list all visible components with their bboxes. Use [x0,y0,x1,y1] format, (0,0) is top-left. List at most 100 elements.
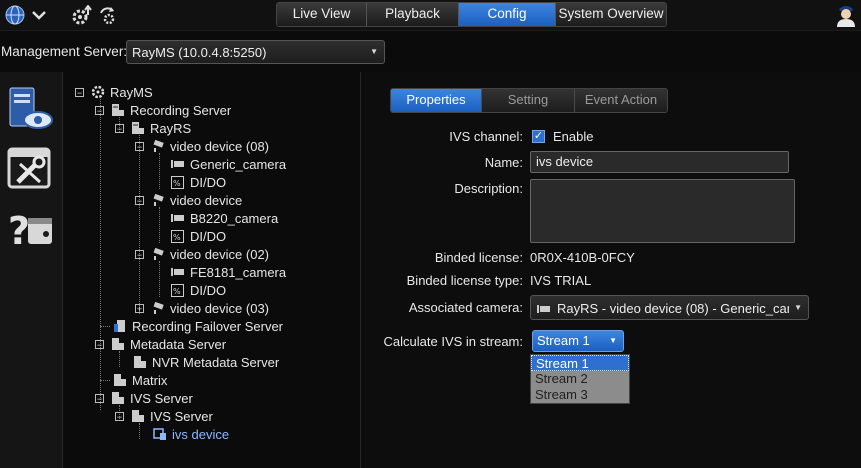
tree-label: IVS Server [130,390,193,406]
tree-node-video-device-08[interactable]: − video device (08) [135,137,269,155]
tree-node-generic-camera[interactable]: Generic_camera [170,155,286,173]
tree-label: video device (08) [170,138,269,154]
help-license-icon[interactable]: ? [6,204,54,253]
tab-config[interactable]: Config [459,3,556,26]
tab-playback[interactable]: Playback [367,3,459,26]
collapse-icon[interactable]: − [135,141,144,151]
management-server-value: RayMS (10.0.4.8:5250) [132,45,267,60]
tree-label: ivs device [172,426,230,442]
tree-node-recording-failover-server[interactable]: Recording Failover Server [112,317,283,335]
tree-label: Recording Server [130,102,232,118]
tree-node-ivs-server[interactable]: − IVS Server [95,389,193,407]
name-field[interactable]: ivs device [530,151,789,173]
management-server-select[interactable]: RayMS (10.0.4.8:5250) ▼ [126,40,385,64]
tree-label: NVR Metadata Server [152,354,280,370]
ivs-device-icon [152,427,167,441]
di-do-icon: % [170,229,185,243]
tree-node-ivs-server-child[interactable]: − IVS Server [115,407,213,425]
tab-event-action[interactable]: Event Action [575,89,667,112]
camera-icon [170,211,185,225]
collapse-icon[interactable]: − [95,105,104,115]
server-monitor-icon[interactable] [6,84,54,132]
tab-system-overview[interactable]: System Overview [556,3,666,26]
video-device-icon [150,301,165,315]
enable-label: Enable [553,129,594,144]
recording-server-icon [130,121,145,135]
tools-settings-icon[interactable] [6,144,54,192]
video-device-icon [150,193,165,207]
enable-checkbox[interactable]: ✓ [532,130,545,143]
collapse-icon[interactable]: − [135,249,144,259]
stream-select-value: Stream 1 [537,333,590,348]
tree-node-video-device-03[interactable]: + video device (03) [135,299,269,317]
description-field[interactable] [530,179,795,243]
properties-tabs: Properties Setting Event Action [390,88,668,113]
main-nav-tabs: Live View Playback Config System Overvie… [276,2,667,27]
tree-node-recording-server[interactable]: − Recording Server [95,101,231,119]
stream-select[interactable]: Stream 1 ▼ [532,330,624,352]
chevron-down-icon: ▼ [794,303,802,312]
recording-server-icon [110,103,125,117]
tab-setting[interactable]: Setting [482,89,575,112]
stream-option[interactable]: Stream 3 [531,387,629,403]
chevron-down-icon: ▼ [370,47,378,56]
tree-label: DI/DO [190,282,227,298]
tree-label: DI/DO [190,228,227,244]
collapse-icon[interactable]: − [95,339,104,349]
di-do-icon: % [170,175,185,189]
tree-node-matrix[interactable]: Matrix [112,371,167,389]
tree-node-ivs-device[interactable]: ivs device [152,425,229,443]
expand-icon[interactable]: + [135,303,144,313]
tree-node-di-do[interactable]: % DI/DO [170,281,226,299]
tree-node-nvr-metadata-server[interactable]: NVR Metadata Server [132,353,279,371]
tab-properties[interactable]: Properties [391,89,482,112]
associated-camera-select[interactable]: RayRS - video device (08) - Generic_can … [530,295,809,320]
tab-live-view[interactable]: Live View [277,3,367,26]
ivs-server-icon [110,391,125,405]
tree-node-b8220-camera[interactable]: B8220_camera [170,209,278,227]
tree-node-fe8181-camera[interactable]: FE8181_camera [170,263,286,281]
name-label: Name: [484,155,523,170]
stream-option[interactable]: Stream 1 [531,355,629,371]
tree-label: FE8181_camera [190,264,287,280]
user-icon[interactable] [834,2,858,28]
description-label: Description: [454,181,523,196]
collapse-icon[interactable]: − [115,123,124,133]
tree-node-di-do[interactable]: % DI/DO [170,173,226,191]
collapse-icon[interactable]: − [115,411,124,421]
binded-license-value: 0R0X-410B-0FCY [530,250,635,265]
management-server-label: Management Server: [1,44,128,59]
svg-text:?: ? [8,209,30,252]
associated-camera-value: RayRS - video device (08) - Generic_can [557,301,789,316]
tree-label: video device (03) [170,300,269,316]
metadata-server-icon [132,355,147,369]
tree-node-video-device-02[interactable]: − video device (02) [135,245,269,263]
collapse-icon[interactable]: − [75,87,84,97]
binded-license-type-label: Binded license type: [406,273,523,288]
collapse-icon[interactable]: − [95,393,104,403]
tree-label: Metadata Server [130,336,227,352]
svg-text:%: % [173,287,181,296]
tree-node-di-do[interactable]: % DI/DO [170,227,226,245]
video-device-icon [150,247,165,261]
tree-node-metadata-server[interactable]: − Metadata Server [95,335,226,353]
ivs-server-icon [130,409,145,423]
stream-option[interactable]: Stream 2 [531,371,629,387]
tree-label: B8220_camera [190,210,279,226]
management-server-row: Management Server: RayMS (10.0.4.8:5250)… [0,36,861,66]
settings-upload-icon[interactable] [70,4,94,26]
tree-node-rayms[interactable]: − RayMS [75,83,153,101]
tree-label: Recording Failover Server [132,318,284,334]
sync-settings-icon[interactable] [96,4,118,26]
tree-label: RayMS [110,84,153,100]
chevron-down-icon[interactable] [29,5,49,25]
collapse-icon[interactable]: − [135,195,144,205]
binded-license-type-value: IVS TRIAL [530,273,592,288]
tree-label: video device [170,192,243,208]
tree-node-video-device[interactable]: − video device [135,191,242,209]
globe-icon[interactable] [4,4,26,26]
failover-server-icon [112,319,127,333]
chevron-down-icon: ▼ [609,336,617,345]
tree-node-rayrs[interactable]: − RayRS [115,119,191,137]
svg-text:%: % [173,233,181,242]
